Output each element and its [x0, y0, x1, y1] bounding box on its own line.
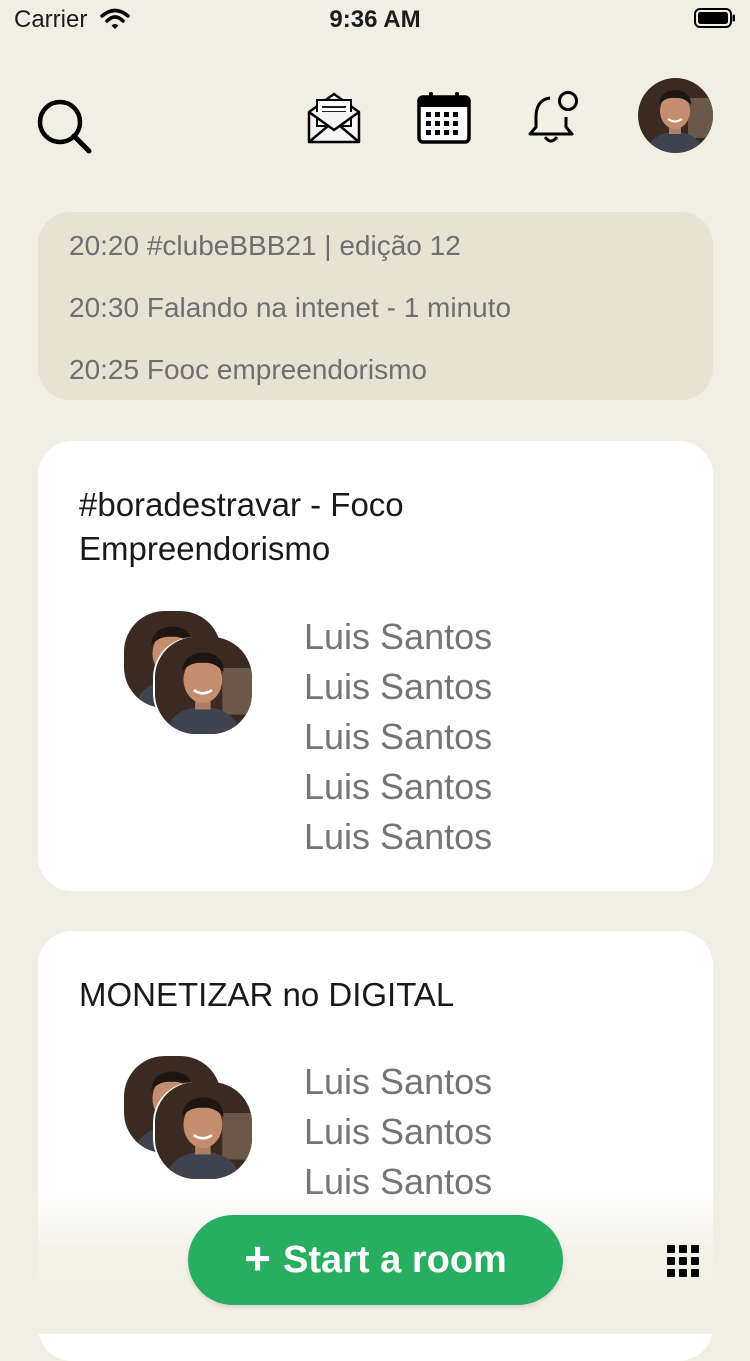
clock: 9:36 AM	[329, 6, 421, 33]
profile-avatar[interactable]	[638, 78, 713, 153]
speaker-avatar	[155, 1082, 252, 1179]
start-room-label: Start a room	[283, 1238, 507, 1281]
upcoming-events-panel[interactable]: 20:20 #clubeBBB21 | edição 12 20:30 Fala…	[38, 212, 713, 400]
speaker-name: Luis Santos	[304, 616, 493, 657]
speaker-name: Luis Santos	[304, 666, 493, 707]
upcoming-event-item[interactable]: 20:20 #clubeBBB21 | edição 12	[69, 230, 461, 262]
speaker-list: Luis Santos Luis Santos Luis Santos	[304, 1057, 492, 1207]
mail-icon[interactable]	[304, 88, 364, 148]
speaker-name: Luis Santos	[304, 1111, 493, 1152]
status-bar: Carrier 9:36 AM	[0, 0, 750, 40]
calendar-icon[interactable]	[414, 88, 474, 148]
start-room-button[interactable]: + Start a room	[188, 1215, 563, 1305]
plus-icon: +	[244, 1232, 272, 1284]
speaker-avatars	[124, 1056, 264, 1186]
upcoming-event-item[interactable]: 20:30 Falando na intenet - 1 minuto	[69, 292, 511, 324]
speaker-name: Luis Santos	[304, 766, 493, 807]
room-card[interactable]: #boradestravar - Foco Empreendorismo Lui…	[38, 441, 713, 891]
room-title: MONETIZAR no DIGITAL	[79, 976, 455, 1013]
speaker-avatar	[155, 637, 252, 734]
upcoming-event-item[interactable]: 20:25 Fooc empreendorismo	[69, 354, 427, 386]
search-icon[interactable]	[34, 96, 94, 156]
grid-menu-icon[interactable]	[666, 1244, 700, 1278]
speaker-name: Luis Santos	[304, 1061, 493, 1102]
speaker-avatars	[124, 611, 264, 741]
speaker-name: Luis Santos	[304, 716, 493, 757]
speaker-name: Luis Santos	[304, 816, 493, 857]
room-title: #boradestravar - Foco Empreendorismo	[79, 486, 404, 567]
bell-icon[interactable]	[524, 88, 584, 148]
battery-icon	[694, 8, 736, 28]
speaker-list: Luis Santos Luis Santos Luis Santos Luis…	[304, 612, 492, 862]
